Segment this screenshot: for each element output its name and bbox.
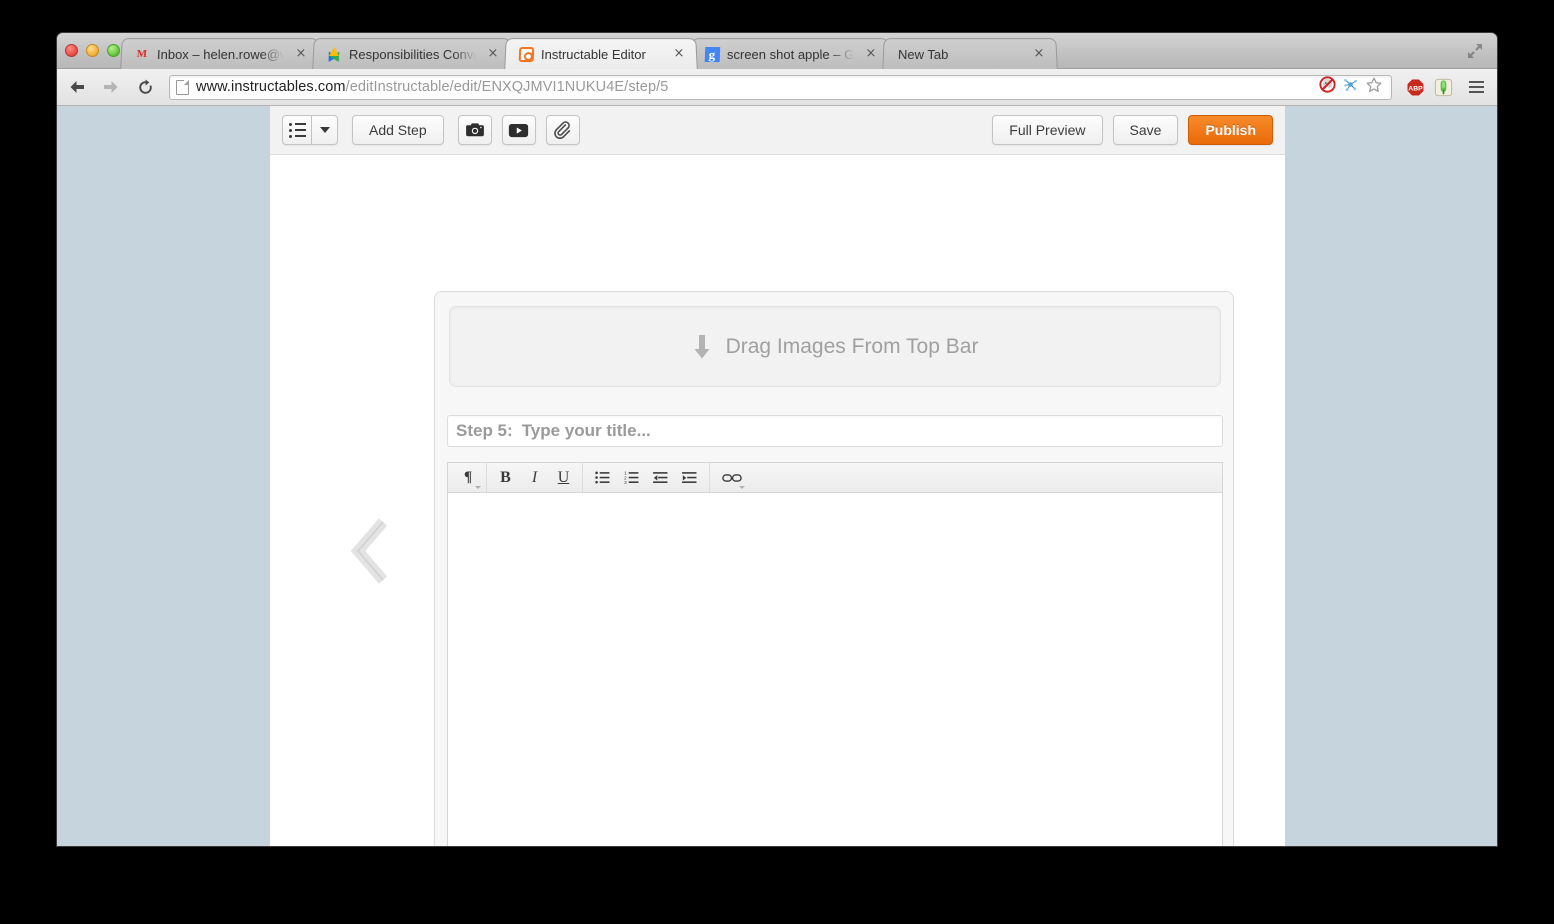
tab-label: Instructable Editor [540, 46, 646, 62]
ghostery-icon[interactable] [1319, 76, 1336, 98]
tab-gmail[interactable]: M Inbox – helen.rowe@works × [120, 38, 320, 70]
chevron-left-icon[interactable] [349, 518, 395, 584]
step-title-input[interactable]: Step 5: Type your title... [447, 415, 1223, 447]
tab-label: screen shot apple – Google [726, 46, 855, 62]
paperclip-icon[interactable] [545, 115, 580, 145]
tab-label: Responsibilities Conventio [348, 46, 477, 62]
italic-button[interactable]: I [520, 463, 549, 493]
google-icon: g [704, 46, 721, 62]
extension-icons: ABP [1400, 78, 1463, 97]
tab-google-drive[interactable]: Responsibilities Conventio × [312, 38, 512, 70]
numbered-list-icon[interactable]: 1 2 3 [617, 463, 646, 493]
rte-group-link [710, 463, 754, 493]
bookmark-star-icon[interactable] [1365, 76, 1383, 99]
adblock-plus-icon[interactable]: ABP [1406, 78, 1425, 97]
desktop-background: M Inbox – helen.rowe@works × Responsibil… [0, 0, 1554, 924]
dropzone-label: Drag Images From Top Bar [725, 334, 979, 358]
window-close-button[interactable] [65, 44, 78, 57]
tab-instructable-editor[interactable]: Instructable Editor × [504, 38, 698, 70]
hamburger-menu-icon[interactable] [1463, 74, 1489, 100]
step-title-prefix: Step 5: [456, 421, 513, 440]
url-host: www.instructables.com [196, 79, 346, 95]
tab-close-icon[interactable]: × [1032, 46, 1046, 61]
instructables-icon [518, 46, 535, 62]
reload-icon[interactable] [131, 73, 159, 101]
back-arrow-icon[interactable] [63, 73, 91, 101]
bulleted-list-icon[interactable] [282, 115, 312, 145]
bold-button[interactable]: B [491, 463, 520, 493]
forward-arrow-icon[interactable] [97, 73, 125, 101]
down-arrow-icon [692, 334, 712, 360]
evernote-clipper-icon[interactable] [1434, 78, 1453, 97]
tab-strip: M Inbox – helen.rowe@works × Responsibil… [57, 33, 1497, 70]
camera-icon[interactable] [457, 115, 492, 145]
gmail-icon: M [136, 48, 148, 61]
save-button[interactable]: Save [1112, 115, 1179, 145]
browser-window: M Inbox – helen.rowe@works × Responsibil… [57, 33, 1497, 846]
tab-label: New Tab [897, 46, 949, 62]
page-viewport: Add Step Full Preview Save Publish Drag … [57, 106, 1497, 846]
rte-group-paragraph: ¶ [448, 462, 487, 493]
step-title-placeholder: Type your title... [521, 421, 651, 440]
step-body-editor[interactable] [447, 492, 1223, 846]
address-bar[interactable]: www.instructables.com/editInstructable/e… [169, 74, 1392, 100]
tab-close-icon[interactable]: × [672, 46, 687, 61]
tab-label: Inbox – helen.rowe@works [156, 46, 285, 62]
tab-google-search[interactable]: g screen shot apple – Google × [690, 38, 890, 70]
window-minimize-button[interactable] [86, 44, 99, 57]
step-editor-card: Drag Images From Top Bar Step 5: Type yo… [434, 291, 1234, 846]
url-text: www.instructables.com/editInstructable/e… [196, 79, 668, 95]
editor-toolbar: Add Step Full Preview Save Publish [270, 106, 1285, 155]
page-document-icon [176, 79, 189, 95]
google-drive-icon [324, 46, 344, 62]
fullscreen-expand-icon[interactable] [1465, 41, 1485, 61]
tabs-container: M Inbox – helen.rowe@works × Responsibil… [120, 38, 1058, 70]
rte-group-format: B I U [487, 462, 583, 493]
abp-label: ABP [1408, 85, 1423, 92]
browser-toolbar: www.instructables.com/editInstructable/e… [57, 69, 1497, 106]
image-dropzone[interactable]: Drag Images From Top Bar [449, 306, 1221, 387]
list-view-button-group [282, 115, 338, 145]
tab-close-icon[interactable]: × [864, 46, 879, 61]
underline-button[interactable]: U [549, 463, 578, 493]
video-play-icon[interactable] [501, 115, 536, 145]
tab-close-icon[interactable]: × [486, 46, 501, 61]
collusion-icon[interactable] [1342, 76, 1359, 98]
pilcrow-icon[interactable]: ¶ [452, 463, 484, 493]
tab-new-tab[interactable]: New Tab × [882, 38, 1058, 70]
rte-group-lists: 1 2 3 [583, 462, 710, 493]
omnibox-icons [1319, 76, 1385, 99]
tab-close-icon[interactable]: × [294, 46, 309, 61]
publish-button[interactable]: Publish [1188, 115, 1273, 145]
window-controls [65, 44, 120, 57]
full-preview-button[interactable]: Full Preview [992, 115, 1103, 145]
svg-text:3: 3 [624, 480, 627, 484]
indent-icon[interactable] [675, 463, 704, 493]
link-chain-icon[interactable] [716, 463, 748, 493]
window-zoom-button[interactable] [107, 44, 120, 57]
chevron-down-icon[interactable] [312, 115, 338, 145]
bulleted-list-icon[interactable] [588, 463, 617, 493]
rich-text-toolbar: ¶ B I U 1 2 3 [447, 462, 1223, 493]
url-path: /editInstructable/edit/ENXQJMVI1NUKU4E/s… [345, 79, 669, 95]
add-step-button[interactable]: Add Step [352, 115, 444, 145]
outdent-icon[interactable] [646, 463, 675, 493]
